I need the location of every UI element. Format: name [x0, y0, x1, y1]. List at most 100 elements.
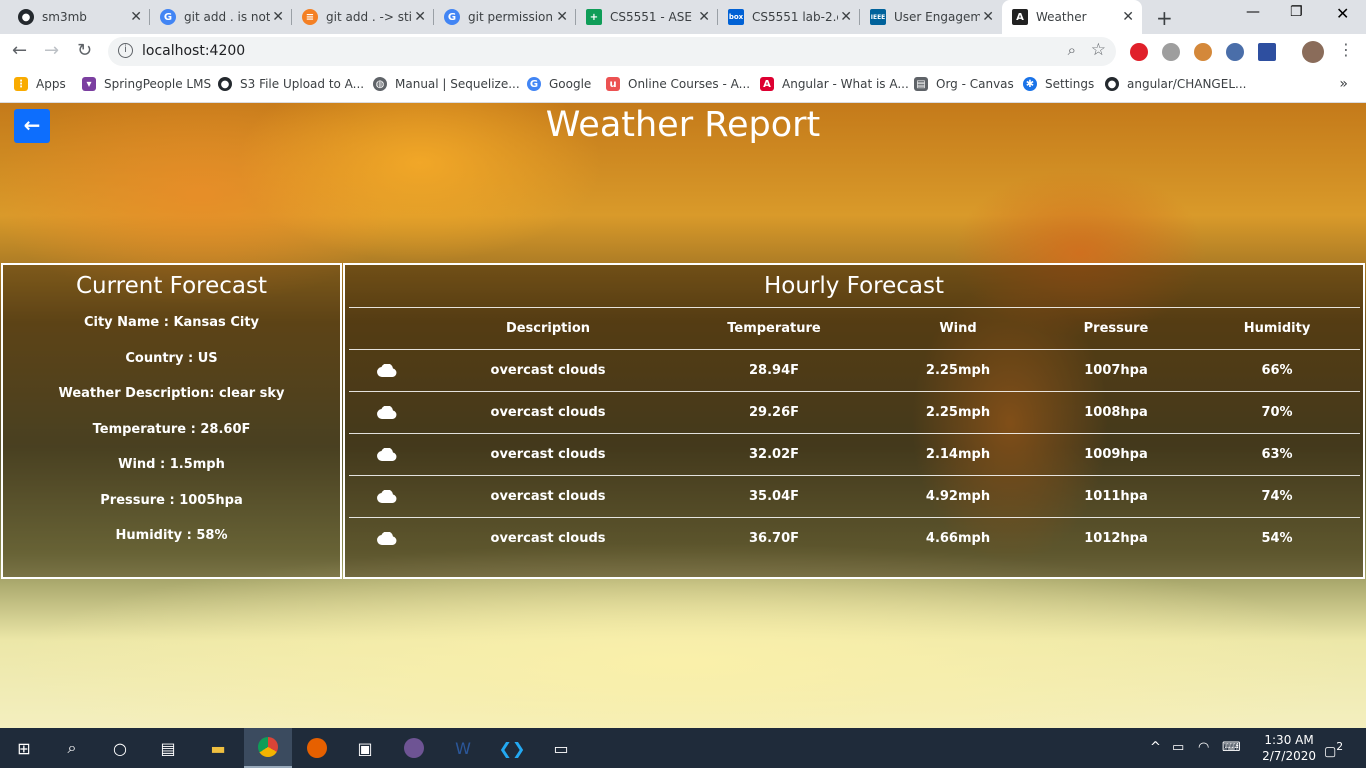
tab-weather[interactable]: A Weather ✕ — [1002, 0, 1142, 34]
close-icon[interactable]: ✕ — [414, 9, 426, 25]
close-icon[interactable]: ✕ — [556, 9, 568, 25]
bookmark-label: angular/CHANGEL... — [1127, 77, 1247, 91]
tab-git-permission[interactable]: G git permission ✕ — [434, 0, 576, 34]
table-row: overcast clouds 28.94F 2.25mph 1007hpa 6… — [349, 349, 1360, 391]
back-nav-icon[interactable]: ← — [12, 40, 27, 61]
close-icon[interactable]: ✕ — [1122, 9, 1134, 25]
tab-title: sm3mb — [42, 10, 87, 24]
row-humidity: 70% — [1261, 405, 1293, 420]
gear-icon: ✱ — [1023, 77, 1037, 91]
tab-cs5551-ase[interactable]: + CS5551 - ASE 2 ✕ — [576, 0, 718, 34]
close-icon[interactable]: ✕ — [130, 9, 142, 25]
profile-avatar[interactable] — [1302, 41, 1324, 63]
tab-sm3mb[interactable]: ● sm3mb ✕ — [8, 0, 150, 34]
extension-icon[interactable] — [1162, 43, 1180, 61]
terminal-icon[interactable]: ▭ — [537, 728, 585, 768]
table-header: Description Temperature Wind Pressure Hu… — [349, 307, 1360, 349]
bookmark-angular[interactable]: A Angular - What is A... — [760, 77, 909, 91]
temperature: Temperature : 28.60F — [92, 421, 251, 437]
row-wind: 2.14mph — [925, 447, 991, 462]
bookmark-s3-upload[interactable]: ● S3 File Upload to A... — [218, 77, 364, 91]
row-description: overcast clouds — [490, 531, 606, 546]
info-icon[interactable]: i — [118, 43, 133, 58]
hourly-table: Description Temperature Wind Pressure Hu… — [349, 307, 1360, 559]
firefox-icon[interactable] — [293, 728, 341, 768]
bookmark-udemy[interactable]: u Online Courses - A... — [606, 77, 750, 91]
url-text[interactable]: localhost:4200 — [142, 43, 245, 59]
chevron-up-icon[interactable]: ^ — [1150, 740, 1161, 755]
chrome-icon[interactable] — [244, 728, 292, 768]
notification-icon[interactable]: ▢2 — [1324, 740, 1343, 759]
maximize-icon[interactable]: ❐ — [1290, 4, 1303, 20]
google-icon: G — [527, 77, 541, 91]
sheets-icon: + — [586, 9, 602, 25]
tab-strip: ● sm3mb ✕ G git add . is not ✕ ≡ git add… — [0, 0, 1366, 34]
vscode-icon[interactable]: ❮❯ — [488, 728, 536, 768]
cloud-icon — [377, 448, 397, 461]
close-icon[interactable]: ✕ — [982, 9, 994, 25]
github-icon: ● — [218, 77, 232, 91]
bookmark-apps[interactable]: ⋮ Apps — [14, 77, 66, 91]
tab-title: git permission — [468, 10, 554, 24]
eye-extension-icon[interactable] — [1226, 43, 1244, 61]
windows-start-icon[interactable]: ⊞ — [0, 728, 48, 768]
menu-icon[interactable]: ⋮ — [1338, 40, 1354, 59]
stackoverflow-icon: ≡ — [302, 9, 318, 25]
clock[interactable]: 1:30 AM 2/7/2020 — [1262, 732, 1316, 764]
column-header: Temperature — [727, 321, 821, 336]
bookmarks-bar: ⋮ Apps ▾ SpringPeople LMS ● S3 File Upload … — [0, 70, 1366, 103]
bookmark-angular-changelog[interactable]: ● angular/CHANGEL... — [1105, 77, 1246, 91]
close-icon[interactable]: ✕ — [698, 9, 710, 25]
word-icon[interactable]: W — [439, 728, 487, 768]
reload-icon[interactable]: ↻ — [77, 40, 92, 61]
window-close-icon[interactable]: ✕ — [1336, 4, 1349, 23]
tab-title: CS5551 lab-2.c — [752, 10, 838, 24]
battery-icon[interactable]: ▭ — [1172, 740, 1184, 755]
hourly-forecast-heading: Hourly Forecast — [763, 273, 945, 299]
chevron-right-icon[interactable]: » — [1339, 76, 1348, 92]
weather-description: Weather Description: clear sky — [58, 386, 285, 401]
tab-git-add-sti[interactable]: ≡ git add . -> sti ✕ — [292, 0, 434, 34]
row-pressure: 1007hpa — [1084, 363, 1148, 378]
bookmark-google[interactable]: G Google — [527, 77, 591, 91]
github-desktop-icon[interactable] — [390, 728, 438, 768]
cloud-icon — [377, 532, 397, 545]
tab-title: git add . is not — [184, 10, 270, 24]
task-view-icon[interactable]: ▤ — [144, 728, 192, 768]
bookmark-label: Manual | Sequelize... — [395, 77, 520, 91]
minimize-icon[interactable]: — — [1246, 4, 1260, 20]
tab-user-engagement[interactable]: IEEE User Engagem ✕ — [860, 0, 1002, 34]
bookmark-settings[interactable]: ✱ Settings — [1023, 77, 1094, 91]
zotero-extension-icon[interactable] — [1258, 43, 1276, 61]
remote-desktop-icon[interactable]: ▣ — [341, 728, 389, 768]
wifi-icon[interactable]: ◠ — [1198, 740, 1209, 755]
ieee-icon: IEEE — [870, 9, 886, 25]
search-icon[interactable]: ⌕ — [48, 728, 96, 768]
row-description: overcast clouds — [490, 447, 606, 462]
cloud-icon — [377, 406, 397, 419]
weather-page: ← Weather Report Current Forecast City N… — [0, 103, 1366, 728]
tab-cs5551-lab[interactable]: box CS5551 lab-2.c ✕ — [718, 0, 860, 34]
close-icon[interactable]: ✕ — [272, 9, 284, 25]
bookmark-canvas[interactable]: ▤ Org - Canvas — [914, 77, 1014, 91]
close-icon[interactable]: ✕ — [840, 9, 852, 25]
cookie-extension-icon[interactable] — [1194, 43, 1212, 61]
bookmark-springpeople[interactable]: ▾ SpringPeople LMS — [82, 77, 211, 91]
bookmark-star-icon[interactable]: ☆ — [1091, 40, 1106, 60]
tab-title: User Engagem — [894, 10, 980, 24]
new-tab-button[interactable]: + — [1156, 6, 1173, 30]
address-bar[interactable]: i localhost:4200 ⌕ ☆ — [108, 37, 1116, 66]
zoom-icon[interactable]: ⌕ — [1068, 41, 1076, 59]
file-explorer-icon[interactable]: ▬ — [194, 728, 242, 768]
cortana-icon[interactable]: ○ — [96, 728, 144, 768]
forward-nav-icon[interactable]: → — [44, 40, 59, 61]
row-pressure: 1009hpa — [1084, 447, 1148, 462]
box-icon: box — [728, 9, 744, 25]
tab-git-add[interactable]: G git add . is not ✕ — [150, 0, 292, 34]
column-header: Humidity — [1243, 321, 1311, 336]
google-icon: G — [160, 9, 176, 25]
bookmark-sequelize[interactable]: ◍ Manual | Sequelize... — [373, 77, 520, 91]
keyboard-icon[interactable]: ⌨ — [1222, 740, 1241, 755]
row-temperature: 29.26F — [748, 405, 800, 420]
opera-extension-icon[interactable] — [1130, 43, 1148, 61]
